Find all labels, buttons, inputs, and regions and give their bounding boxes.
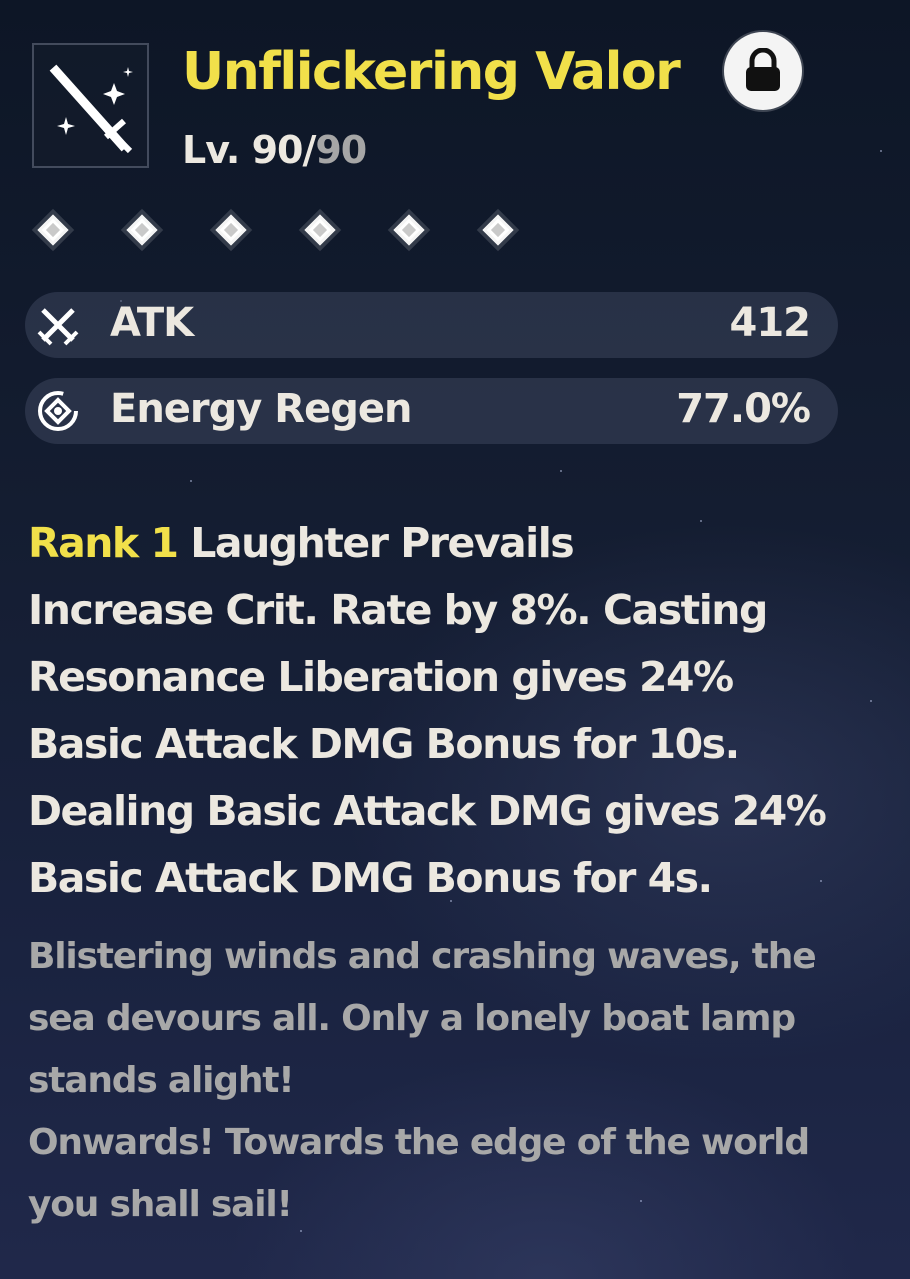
level-prefix: Lv. <box>182 128 252 172</box>
level-max: 90 <box>315 128 367 172</box>
stat-value: 412 <box>729 300 811 346</box>
passive-line: Basic Attack DMG Bonus for 10s. <box>28 720 740 768</box>
lore-line: stands alight! <box>28 1060 295 1101</box>
passive-line: Resonance Liberation gives 24% <box>28 653 734 701</box>
passive-line: Increase Crit. Rate by 8%. Casting <box>28 586 768 634</box>
passive-line: Dealing Basic Attack DMG gives 24% <box>28 787 827 835</box>
lock-icon <box>746 48 780 91</box>
lore-line: Onwards! Towards the edge of the world <box>28 1122 810 1163</box>
passive-title: Rank 1 Laughter Prevails <box>28 510 888 577</box>
rank-star <box>482 214 514 246</box>
passive-rank-label: Rank 1 <box>28 519 179 567</box>
level-separator: / <box>302 128 316 172</box>
lore-line: sea devours all. Only a lonely boat lamp <box>28 998 796 1039</box>
stat-row-energy-regen: Energy Regen 77.0% <box>25 378 838 444</box>
rank-star <box>215 214 247 246</box>
rank-star <box>126 214 158 246</box>
lore-text: Blistering winds and crashing waves, the… <box>28 926 888 1236</box>
sword-icon <box>49 64 133 154</box>
atk-swords-icon <box>37 308 79 346</box>
stat-label: ATK <box>110 300 194 346</box>
stat-value: 77.0% <box>676 386 811 432</box>
weapon-level: Lv. 90/90 <box>182 128 367 172</box>
passive-name: Laughter Prevails <box>177 519 574 567</box>
lore-line: Blistering winds and crashing waves, the <box>28 936 817 977</box>
passive-line: Basic Attack DMG Bonus for 4s. <box>28 854 713 902</box>
energy-regen-icon <box>38 391 78 431</box>
lore-line: you shall sail! <box>28 1184 293 1225</box>
level-current: 90 <box>251 128 304 172</box>
rank-star <box>304 214 336 246</box>
stat-label: Energy Regen <box>110 386 412 432</box>
lock-button[interactable] <box>724 32 802 110</box>
rank-star <box>37 214 69 246</box>
weapon-icon-frame <box>32 43 149 168</box>
rank-star <box>393 214 425 246</box>
weapon-name: Unflickering Valor <box>182 42 681 102</box>
passive-description: Rank 1 Laughter Prevails Increase Crit. … <box>28 510 888 912</box>
stat-row-atk: ATK 412 <box>25 292 838 358</box>
rank-stars <box>37 210 742 260</box>
